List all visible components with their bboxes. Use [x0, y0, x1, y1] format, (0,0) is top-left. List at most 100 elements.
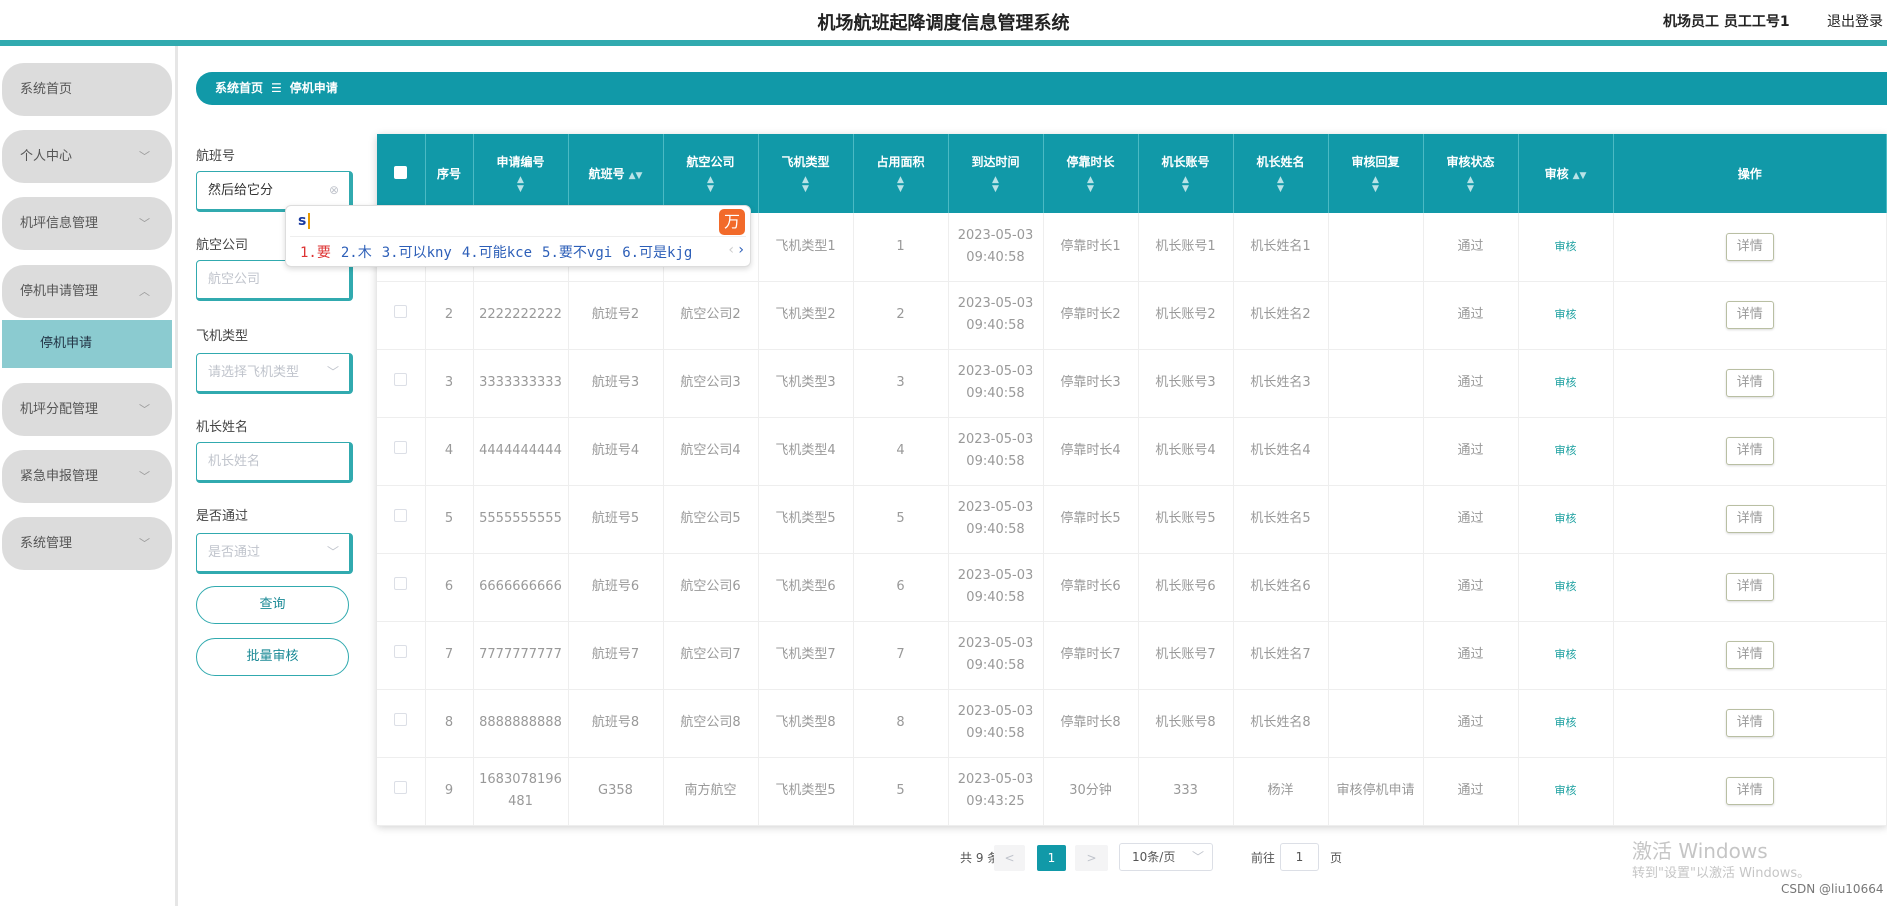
row-checkbox[interactable]: [394, 781, 408, 794]
detail-button[interactable]: 详情: [1725, 777, 1774, 805]
logout-link[interactable]: 退出登录: [1827, 11, 1883, 31]
sidebar-item-home[interactable]: 系统首页: [2, 63, 172, 116]
table-cell: 2023-05-03 09:40:58: [948, 417, 1044, 486]
sort-icon[interactable]: ▲ ▼: [1329, 176, 1423, 194]
column-header-label: 审核状态: [1446, 155, 1495, 169]
table-cell: 8: [853, 689, 949, 758]
ime-page-nav[interactable]: ‹ ›: [728, 242, 744, 258]
chevron-down-icon: ﹀: [139, 150, 150, 163]
sidebar-item-apron-allocation[interactable]: 机坪分配管理 ﹀: [2, 383, 172, 436]
row-checkbox[interactable]: [394, 305, 408, 318]
audit-link[interactable]: 审核: [1555, 716, 1577, 729]
clear-icon[interactable]: ⊗: [329, 172, 339, 209]
row-checkbox[interactable]: [394, 441, 408, 454]
table-cell: 飞机类型5: [758, 485, 854, 554]
detail-button[interactable]: 详情: [1725, 301, 1774, 329]
page-1-button[interactable]: 1: [1037, 845, 1066, 871]
select-all-checkbox[interactable]: [394, 165, 408, 179]
sort-icon[interactable]: ▲ ▼: [1424, 176, 1518, 194]
detail-button[interactable]: 详情: [1725, 709, 1774, 737]
row-checkbox[interactable]: [394, 645, 408, 658]
detail-button[interactable]: 详情: [1725, 369, 1774, 397]
detail-button[interactable]: 详情: [1725, 232, 1774, 261]
ime-candidate-popup: s 万 1.要 2.木 3.可以kny 4.可能kce 5.要不vgi 6.可是kjg ‹…: [285, 205, 751, 267]
detail-button[interactable]: 详情: [1725, 437, 1774, 465]
batch-audit-button[interactable]: 批量审核: [196, 638, 349, 676]
sort-icon[interactable]: ▲ ▼: [1139, 176, 1233, 194]
ime-candidate[interactable]: 4.可能kce: [462, 245, 532, 261]
column-header[interactable]: 审核回复 ▲ ▼: [1328, 134, 1424, 213]
row-checkbox[interactable]: [394, 509, 408, 522]
sort-icon[interactable]: ▲▼: [1573, 171, 1587, 181]
ime-candidate[interactable]: 3.可以kny: [382, 245, 452, 261]
audit-link[interactable]: 审核: [1555, 308, 1577, 321]
prev-page-button[interactable]: <: [994, 845, 1025, 871]
chevron-right-icon[interactable]: ›: [738, 242, 744, 258]
ime-candidate[interactable]: 2.木: [341, 245, 372, 261]
row-checkbox[interactable]: [394, 373, 408, 386]
table-cell: 4: [425, 417, 474, 486]
column-header[interactable]: 航空公司 ▲ ▼: [663, 134, 759, 213]
sort-icon[interactable]: ▲▼: [629, 171, 643, 181]
sidebar-item-parking-apply[interactable]: 停机申请管理 ︿: [2, 265, 172, 318]
sort-icon[interactable]: ▲ ▼: [759, 176, 853, 194]
query-button[interactable]: 查询: [196, 586, 349, 624]
column-header[interactable]: 机长账号 ▲ ▼: [1138, 134, 1234, 213]
audit-link[interactable]: 审核: [1555, 512, 1577, 525]
detail-button[interactable]: 详情: [1725, 573, 1774, 601]
chevron-up-icon: ︿: [139, 285, 150, 298]
column-header[interactable]: 机长姓名 ▲ ▼: [1233, 134, 1329, 213]
table-cell: 机长账号1: [1138, 213, 1234, 282]
page-size-select[interactable]: 10条/页 ﹀: [1119, 843, 1213, 871]
column-header[interactable]: 飞机类型 ▲ ▼: [758, 134, 854, 213]
column-header[interactable]: 停靠时长 ▲ ▼: [1043, 134, 1139, 213]
sidebar-subitem-parking-apply[interactable]: 停机申请: [2, 320, 172, 368]
windows-activation-hint: 转到"设置"以激活 Windows。: [1632, 866, 1811, 881]
row-checkbox[interactable]: [394, 577, 408, 590]
column-header[interactable]: 占用面积 ▲ ▼: [853, 134, 949, 213]
sidebar-item-emergency[interactable]: 紧急申报管理 ﹀: [2, 450, 172, 503]
sort-icon[interactable]: ▲ ▼: [854, 176, 948, 194]
column-header[interactable]: 审核 ▲▼: [1518, 134, 1614, 213]
sort-icon[interactable]: ▲ ▼: [949, 176, 1043, 194]
audit-link[interactable]: 审核: [1555, 376, 1577, 389]
table-cell: 航班号2: [568, 281, 664, 350]
captain-name-input[interactable]: 机长姓名: [196, 442, 353, 483]
table-row: 3 3333333333 航班号3 航空公司3 飞机类型3 3 2023-05-03 09:…: [377, 349, 1887, 418]
passed-select[interactable]: 是否通过 ﹀: [196, 533, 353, 574]
next-page-button[interactable]: >: [1075, 845, 1108, 871]
sidebar-item-system[interactable]: 系统管理 ﹀: [2, 517, 172, 570]
chevron-left-icon[interactable]: ‹: [728, 242, 734, 258]
sort-icon[interactable]: ▲ ▼: [664, 176, 758, 194]
sidebar-item-apron-info[interactable]: 机坪信息管理 ﹀: [2, 197, 172, 250]
ime-candidate[interactable]: 6.可是kjg: [622, 245, 692, 261]
sort-icon[interactable]: ▲ ▼: [1044, 176, 1138, 194]
column-header[interactable]: 航班号 ▲▼: [568, 134, 664, 213]
sort-icon[interactable]: ▲ ▼: [1234, 176, 1328, 194]
breadcrumb-home[interactable]: 系统首页: [215, 81, 263, 95]
audit-cell: 审核: [1518, 349, 1614, 418]
audit-link[interactable]: 审核: [1555, 648, 1577, 661]
column-header[interactable]: 申请编号 ▲ ▼: [473, 134, 569, 213]
table-cell: 航空公司4: [663, 417, 759, 486]
goto-page-input[interactable]: 1: [1280, 843, 1319, 871]
column-header[interactable]: 到达时间 ▲ ▼: [948, 134, 1044, 213]
column-header[interactable]: 审核状态 ▲ ▼: [1423, 134, 1519, 213]
row-checkbox[interactable]: [394, 713, 408, 726]
detail-button[interactable]: 详情: [1725, 641, 1774, 669]
action-cell: 详情: [1613, 621, 1887, 690]
windows-activation-watermark: 激活 Windows: [1632, 839, 1768, 863]
audit-link[interactable]: 审核: [1555, 240, 1577, 253]
audit-link[interactable]: 审核: [1555, 580, 1577, 593]
detail-button[interactable]: 详情: [1725, 505, 1774, 533]
column-header: 操作: [1613, 134, 1887, 213]
sort-icon[interactable]: ▲ ▼: [474, 176, 568, 194]
aircraft-type-select[interactable]: 请选择飞机类型 ﹀: [196, 353, 353, 394]
sidebar-item-profile[interactable]: 个人中心 ﹀: [2, 130, 172, 183]
ime-candidate[interactable]: 1.要: [300, 245, 331, 261]
ime-candidate[interactable]: 5.要不vgi: [542, 245, 612, 261]
audit-link[interactable]: 审核: [1555, 784, 1577, 797]
audit-link[interactable]: 审核: [1555, 444, 1577, 457]
table-cell: 航班号5: [568, 485, 664, 554]
table-cell: 3: [425, 349, 474, 418]
